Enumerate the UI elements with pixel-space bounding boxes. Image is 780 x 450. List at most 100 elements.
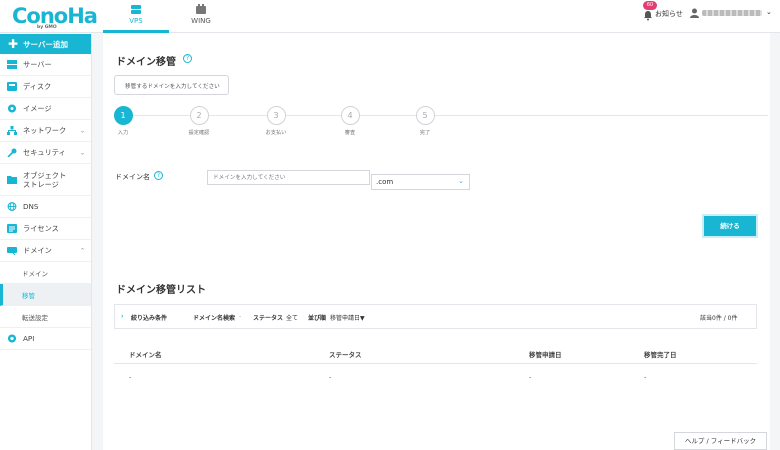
filter-search-label: ドメイン名検索	[193, 315, 236, 322]
sidebar-item-server[interactable]: サーバー	[0, 54, 91, 76]
sidebar-item-label: DNS	[23, 202, 39, 211]
key-icon	[7, 148, 17, 157]
chevron-down-icon: ⌄	[766, 8, 772, 16]
folder-icon	[7, 176, 17, 184]
sidebar-item-label: オブジェクト ストレージ	[23, 170, 67, 189]
transfer-list-title: ドメイン移管リスト	[116, 285, 206, 296]
sidebar-sub-forwarding[interactable]: 転送設定	[0, 306, 91, 328]
help-icon[interactable]: ?	[154, 171, 163, 180]
sidebar-item-disk[interactable]: ディスク	[0, 76, 91, 98]
network-icon	[7, 126, 17, 135]
chevron-up-icon: ⌃	[79, 247, 85, 254]
step-label: 入力	[117, 130, 129, 136]
api-icon	[7, 334, 17, 343]
step-label: 設定確認	[188, 130, 210, 136]
tab-vps[interactable]: VPS	[103, 0, 169, 33]
plus-icon: ✚	[8, 37, 19, 51]
chevron-down-icon: ⌄	[79, 149, 85, 156]
table-divider	[114, 363, 757, 364]
filter-sort-label: 並び順	[308, 315, 327, 322]
sidebar-item-image[interactable]: イメージ	[0, 98, 91, 120]
license-icon	[7, 224, 17, 233]
sidebar-item-domain[interactable]: ドメイン ⌃	[0, 240, 91, 262]
help-feedback-button[interactable]: ヘルプ / フィードバック	[674, 432, 767, 450]
sidebar-item-label: ネットワーク	[23, 125, 67, 135]
sidebar-item-dns[interactable]: DNS	[0, 196, 91, 218]
sidebar-item-label: ドメイン	[23, 245, 52, 255]
domain-input[interactable]	[207, 170, 370, 185]
sidebar-sub-transfer[interactable]: 移管	[0, 284, 91, 306]
globe-icon	[7, 202, 17, 211]
main-content: ドメイン移管 ? 移管するドメインを入力してください 1 入力 2 設定確認 3…	[103, 33, 770, 450]
filter-title: 絞り込み条件	[131, 315, 168, 322]
sidebar-sub-domain[interactable]: ドメイン	[0, 262, 91, 284]
sidebar-item-label: サーバー	[23, 59, 52, 69]
tab-wing-label: WING	[191, 17, 211, 25]
step-5: 5 完了	[410, 106, 440, 136]
notice-label[interactable]: お知らせ	[655, 9, 683, 19]
sidebar-item-label: セキュリティ	[23, 147, 66, 157]
continue-button[interactable]: 続ける	[704, 216, 756, 236]
disk-icon	[7, 82, 17, 91]
stepper-line	[123, 115, 768, 116]
page-title: ドメイン移管	[116, 57, 176, 68]
column-header-request-date: 移管申請日	[529, 351, 562, 359]
add-server-label: サーバー追加	[23, 39, 68, 49]
chevron-down-icon: ⌄	[458, 177, 464, 185]
sidebar-item-object-storage[interactable]: オブジェクト ストレージ	[0, 164, 91, 196]
bell-icon[interactable]	[643, 10, 653, 21]
step-label: 審査	[344, 130, 356, 136]
sidebar-item-api[interactable]: API	[0, 328, 91, 350]
add-server-button[interactable]: ✚ サーバー追加	[0, 34, 91, 54]
step-label: お支払い	[265, 130, 287, 136]
sidebar-item-label: ライセンス	[23, 223, 59, 233]
sidebar-item-security[interactable]: セキュリティ ⌄	[0, 142, 91, 164]
tld-select[interactable]: .com ⌄	[371, 174, 470, 190]
table-cell: -	[329, 373, 332, 381]
step-1: 1 入力	[108, 106, 138, 136]
wing-icon	[196, 4, 206, 14]
step-number: 2	[189, 106, 209, 125]
tld-value: .com	[376, 178, 394, 186]
filter-count: 該当0件 / 0件	[700, 315, 738, 322]
image-icon	[7, 104, 17, 113]
server-icon	[7, 60, 17, 69]
step-4: 4 審査	[335, 106, 365, 136]
table-cell: -	[529, 373, 532, 381]
filter-status-label: ステータス	[253, 315, 284, 322]
sidebar-item-network[interactable]: ネットワーク ⌄	[0, 120, 91, 142]
step-2: 2 設定確認	[184, 106, 214, 136]
step-number: 5	[415, 106, 435, 125]
column-header-domain: ドメイン名	[129, 351, 162, 359]
column-header-status: ステータス	[329, 351, 362, 359]
logo-sub: by GMO	[37, 25, 57, 30]
sidebar-item-label: API	[23, 334, 35, 343]
user-icon	[690, 8, 699, 18]
sidebar-item-license[interactable]: ライセンス	[0, 218, 91, 240]
hint-box: 移管するドメインを入力してください	[114, 75, 229, 95]
vps-icon	[131, 5, 141, 14]
chevron-right-icon[interactable]: ›	[121, 313, 123, 320]
top-header: ConoHa by GMO VPS WING 60 お知らせ ⌄	[0, 0, 780, 33]
tab-wing[interactable]: WING	[168, 0, 234, 33]
help-icon[interactable]: ?	[183, 54, 192, 63]
user-name-masked	[702, 10, 762, 16]
chevron-down-icon: ⌄	[79, 127, 85, 134]
tab-vps-label: VPS	[129, 17, 143, 25]
step-number: 1	[113, 106, 133, 125]
filter-status-value: 全て	[286, 315, 299, 322]
domain-name-label: ドメイン名	[115, 173, 150, 181]
step-3: 3 お支払い	[261, 106, 291, 136]
step-number: 4	[340, 106, 360, 125]
filter-search-value: -	[239, 313, 242, 320]
filter-sort-value: 移管申請日▼	[330, 315, 365, 322]
column-header-complete-date: 移管完了日	[644, 351, 677, 359]
domain-icon	[7, 247, 17, 255]
table-cell: -	[644, 373, 647, 381]
table-cell: -	[129, 373, 132, 381]
filter-bar[interactable]: › 絞り込み条件 ドメイン名検索 - ステータス 全て 並び順 移管申請日▼ 該…	[114, 304, 757, 329]
sidebar-item-label: ディスク	[23, 81, 52, 91]
step-number: 3	[266, 106, 286, 125]
sidebar-item-label: イメージ	[23, 103, 52, 113]
step-label: 完了	[419, 130, 431, 136]
